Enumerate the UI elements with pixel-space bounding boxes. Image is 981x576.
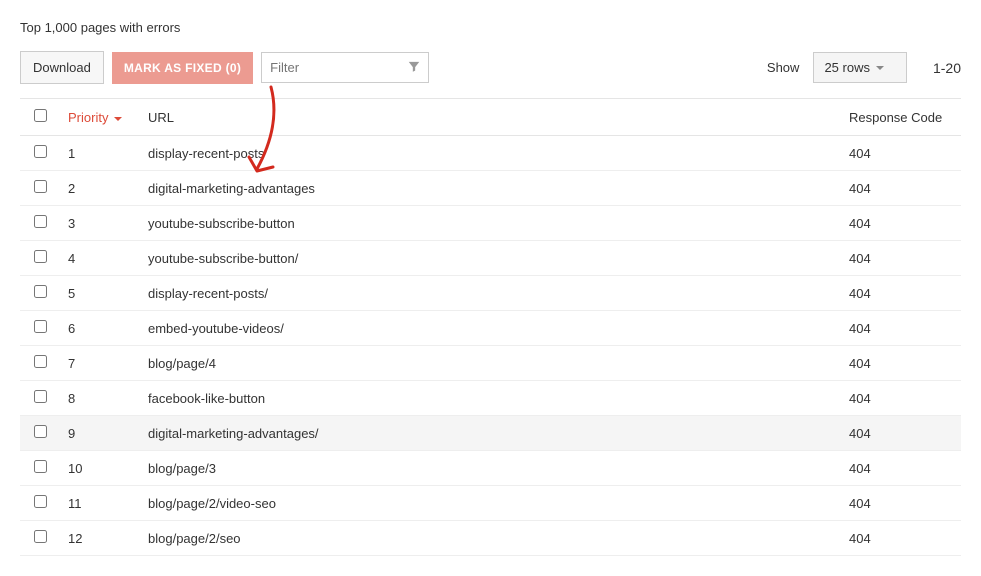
row-priority: 1 (60, 136, 140, 171)
row-response-code: 404 (841, 171, 961, 206)
row-checkbox[interactable] (34, 215, 47, 228)
row-checkbox-cell (20, 486, 60, 521)
row-priority: 5 (60, 276, 140, 311)
row-response-code: 404 (841, 346, 961, 381)
row-url: display-recent-posts/ (140, 276, 841, 311)
page-title: Top 1,000 pages with errors (20, 20, 961, 35)
row-checkbox[interactable] (34, 180, 47, 193)
row-url: digital-marketing-advantages/ (140, 416, 841, 451)
row-priority: 11 (60, 486, 140, 521)
table-row[interactable]: 7blog/page/4404 (20, 346, 961, 381)
row-url: blog/page/2/video-seo (140, 486, 841, 521)
row-response-code: 404 (841, 311, 961, 346)
chevron-down-icon (876, 66, 884, 70)
row-priority: 10 (60, 451, 140, 486)
row-checkbox[interactable] (34, 250, 47, 263)
row-priority: 4 (60, 241, 140, 276)
rows-per-page-selector[interactable]: 25 rows (813, 52, 907, 83)
row-url: youtube-subscribe-button/ (140, 241, 841, 276)
row-checkbox-cell (20, 311, 60, 346)
row-checkbox-cell (20, 451, 60, 486)
row-checkbox-cell (20, 171, 60, 206)
row-response-code: 404 (841, 451, 961, 486)
table-row[interactable]: 10blog/page/3404 (20, 451, 961, 486)
row-url: blog/page/3 (140, 451, 841, 486)
row-response-code: 404 (841, 136, 961, 171)
row-priority: 2 (60, 171, 140, 206)
row-url: blog/page/2/seo (140, 521, 841, 556)
row-checkbox-cell (20, 241, 60, 276)
row-response-code: 404 (841, 241, 961, 276)
table-row[interactable]: 2digital-marketing-advantages404 (20, 171, 961, 206)
row-priority: 8 (60, 381, 140, 416)
table-row[interactable]: 12blog/page/2/seo404 (20, 521, 961, 556)
row-response-code: 404 (841, 521, 961, 556)
row-checkbox-cell (20, 381, 60, 416)
filter-wrap (261, 52, 429, 83)
row-checkbox-cell (20, 416, 60, 451)
filter-input[interactable] (261, 52, 429, 83)
row-checkbox-cell (20, 521, 60, 556)
table-row[interactable]: 9digital-marketing-advantages/404 (20, 416, 961, 451)
row-response-code: 404 (841, 381, 961, 416)
row-checkbox-cell (20, 136, 60, 171)
row-checkbox[interactable] (34, 390, 47, 403)
table-row[interactable]: 4youtube-subscribe-button/404 (20, 241, 961, 276)
row-url: facebook-like-button (140, 381, 841, 416)
rows-per-page-value: 25 rows (824, 60, 870, 75)
mark-as-fixed-button[interactable]: MARK AS FIXED (0) (112, 52, 253, 84)
row-checkbox[interactable] (34, 285, 47, 298)
header-priority[interactable]: Priority (60, 99, 140, 136)
sort-desc-icon (114, 117, 122, 121)
header-priority-label: Priority (68, 110, 108, 125)
header-checkbox-cell (20, 99, 60, 136)
table-row[interactable]: 1display-recent-posts404 (20, 136, 961, 171)
row-priority: 7 (60, 346, 140, 381)
row-url: digital-marketing-advantages (140, 171, 841, 206)
table-row[interactable]: 3youtube-subscribe-button404 (20, 206, 961, 241)
show-label: Show (767, 60, 800, 75)
row-response-code: 404 (841, 276, 961, 311)
row-priority: 3 (60, 206, 140, 241)
row-response-code: 404 (841, 486, 961, 521)
row-checkbox[interactable] (34, 425, 47, 438)
table-row[interactable]: 8facebook-like-button404 (20, 381, 961, 416)
row-priority: 9 (60, 416, 140, 451)
table-row[interactable]: 11blog/page/2/video-seo404 (20, 486, 961, 521)
select-all-checkbox[interactable] (34, 109, 47, 122)
row-response-code: 404 (841, 416, 961, 451)
table-row[interactable]: 6embed-youtube-videos/404 (20, 311, 961, 346)
row-url: display-recent-posts (140, 136, 841, 171)
row-checkbox[interactable] (34, 355, 47, 368)
row-checkbox-cell (20, 276, 60, 311)
errors-table: Priority URL Response Code 1display-rece… (20, 98, 961, 556)
row-checkbox[interactable] (34, 320, 47, 333)
table-row[interactable]: 5display-recent-posts/404 (20, 276, 961, 311)
row-response-code: 404 (841, 206, 961, 241)
row-url: embed-youtube-videos/ (140, 311, 841, 346)
header-url[interactable]: URL (140, 99, 841, 136)
download-button[interactable]: Download (20, 51, 104, 84)
row-url: youtube-subscribe-button (140, 206, 841, 241)
row-checkbox[interactable] (34, 460, 47, 473)
row-checkbox[interactable] (34, 145, 47, 158)
row-checkbox[interactable] (34, 495, 47, 508)
row-checkbox-cell (20, 346, 60, 381)
row-url: blog/page/4 (140, 346, 841, 381)
row-priority: 12 (60, 521, 140, 556)
row-checkbox-cell (20, 206, 60, 241)
pagination-range: 1-20 (933, 60, 961, 76)
row-priority: 6 (60, 311, 140, 346)
header-response-code[interactable]: Response Code (841, 99, 961, 136)
toolbar: Download MARK AS FIXED (0) Show 25 rows … (20, 51, 961, 84)
